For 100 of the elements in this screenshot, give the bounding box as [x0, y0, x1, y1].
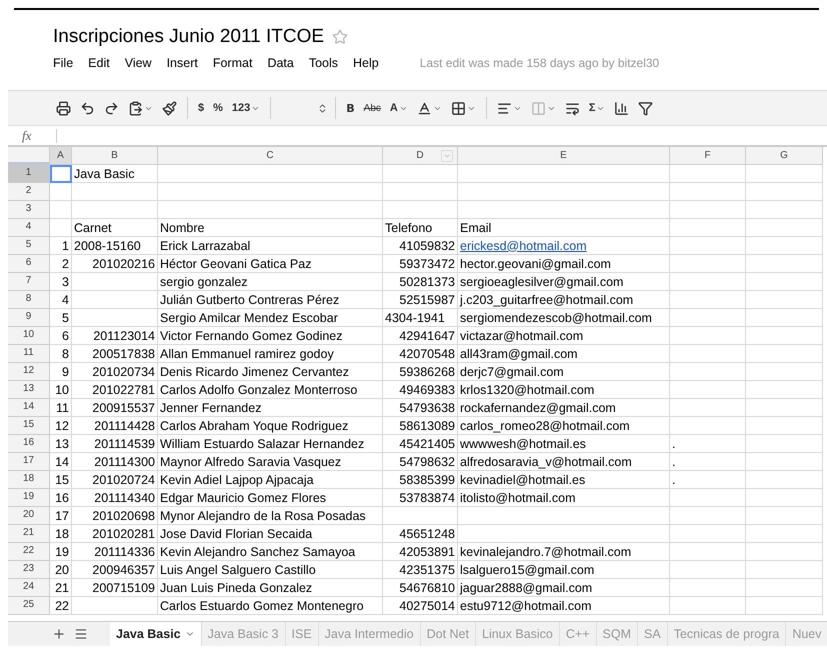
empty-cell[interactable]: [158, 183, 383, 201]
empty-cell[interactable]: [458, 183, 670, 201]
empty-cell[interactable]: [158, 165, 383, 183]
empty-cell[interactable]: [746, 237, 823, 255]
empty-cell[interactable]: [746, 183, 823, 201]
empty-cell[interactable]: [158, 201, 383, 219]
empty-cell[interactable]: [670, 543, 746, 561]
empty-cell[interactable]: [746, 309, 823, 327]
row-header[interactable]: 6: [8, 255, 50, 273]
empty-cell[interactable]: [746, 381, 823, 399]
menu-item[interactable]: Help: [353, 56, 379, 70]
toolbar-button[interactable]: %: [210, 97, 226, 119]
row-header[interactable]: 22: [8, 543, 50, 561]
empty-cell[interactable]: [746, 255, 823, 273]
column-header[interactable]: C: [158, 147, 383, 165]
empty-cell[interactable]: [746, 543, 823, 561]
row-header[interactable]: 9: [8, 309, 50, 327]
row-header[interactable]: 7: [8, 273, 50, 291]
empty-cell[interactable]: [670, 183, 746, 201]
empty-cell[interactable]: [670, 237, 746, 255]
empty-cell[interactable]: [383, 183, 458, 201]
empty-cell[interactable]: [458, 525, 670, 543]
empty-cell[interactable]: [72, 309, 158, 327]
empty-cell[interactable]: [746, 273, 823, 291]
row-header[interactable]: 1: [8, 165, 50, 183]
row-header[interactable]: 13: [8, 381, 50, 399]
row-header[interactable]: 17: [8, 453, 50, 471]
empty-cell[interactable]: [72, 273, 158, 291]
row-header[interactable]: 5: [8, 237, 50, 255]
add-sheet-icon[interactable]: [52, 627, 66, 641]
column-header[interactable]: B: [72, 147, 158, 165]
row-header[interactable]: 19: [8, 489, 50, 507]
row-header[interactable]: 23: [8, 561, 50, 579]
empty-cell[interactable]: [746, 219, 823, 237]
empty-cell[interactable]: [746, 165, 823, 183]
empty-cell[interactable]: [383, 507, 458, 525]
empty-cell[interactable]: [72, 291, 158, 309]
empty-cell[interactable]: [670, 291, 746, 309]
empty-cell[interactable]: [670, 165, 746, 183]
toolbar-button[interactable]: Σ: [586, 97, 608, 119]
column-header[interactable]: G: [746, 147, 823, 165]
select-all-corner[interactable]: [8, 147, 50, 165]
empty-cell[interactable]: [670, 525, 746, 543]
empty-cell[interactable]: [72, 597, 158, 615]
empty-cell[interactable]: [72, 183, 158, 201]
empty-cell[interactable]: [670, 363, 746, 381]
row-header[interactable]: 20: [8, 507, 50, 525]
empty-cell[interactable]: [670, 489, 746, 507]
menu-item[interactable]: Insert: [166, 56, 198, 70]
column-header[interactable]: A: [50, 147, 72, 165]
selected-cell[interactable]: [50, 165, 72, 183]
row-header[interactable]: 11: [8, 345, 50, 363]
empty-cell[interactable]: [670, 345, 746, 363]
row-header[interactable]: 24: [8, 579, 50, 597]
empty-cell[interactable]: [670, 597, 746, 615]
empty-cell[interactable]: [746, 201, 823, 219]
row-header[interactable]: 3: [8, 201, 50, 219]
empty-cell[interactable]: [670, 579, 746, 597]
empty-cell[interactable]: [670, 561, 746, 579]
row-header[interactable]: 21: [8, 525, 50, 543]
row-header[interactable]: 4: [8, 219, 50, 237]
empty-cell[interactable]: [746, 417, 823, 435]
row-header[interactable]: 25: [8, 597, 50, 615]
menu-item[interactable]: View: [124, 56, 152, 70]
menu-item[interactable]: Data: [267, 56, 294, 70]
row-header[interactable]: 18: [8, 471, 50, 489]
empty-cell[interactable]: [670, 309, 746, 327]
column-header[interactable]: D: [383, 147, 458, 165]
toolbar-button[interactable]: A: [386, 97, 411, 119]
empty-cell[interactable]: [72, 201, 158, 219]
empty-cell[interactable]: [746, 507, 823, 525]
empty-cell[interactable]: [746, 435, 823, 453]
empty-cell[interactable]: [670, 327, 746, 345]
empty-cell[interactable]: [670, 219, 746, 237]
empty-cell[interactable]: [383, 201, 458, 219]
star-icon[interactable]: [332, 29, 348, 45]
empty-cell[interactable]: [670, 273, 746, 291]
empty-cell[interactable]: [670, 417, 746, 435]
empty-cell[interactable]: [746, 399, 823, 417]
row-header[interactable]: 2: [8, 183, 50, 201]
empty-cell[interactable]: [746, 453, 823, 471]
email-link[interactable]: erickesd@hotmail.com: [460, 238, 587, 252]
empty-cell[interactable]: [670, 507, 746, 525]
menu-item[interactable]: Edit: [88, 56, 110, 70]
empty-cell[interactable]: [746, 561, 823, 579]
column-header[interactable]: E: [458, 147, 670, 165]
toolbar-button[interactable]: $: [195, 97, 208, 119]
row-header[interactable]: 10: [8, 327, 50, 345]
empty-cell[interactable]: [670, 201, 746, 219]
empty-cell[interactable]: [670, 381, 746, 399]
empty-cell[interactable]: [458, 507, 670, 525]
menu-item[interactable]: Tools: [308, 56, 338, 70]
empty-cell[interactable]: [458, 201, 670, 219]
toolbar-button[interactable]: 123: [228, 97, 264, 119]
empty-cell[interactable]: [746, 597, 823, 615]
sheet-tab[interactable]: Java Basic: [110, 622, 202, 646]
empty-cell[interactable]: [746, 327, 823, 345]
menu-item[interactable]: Format: [212, 56, 252, 70]
row-header[interactable]: 8: [8, 291, 50, 309]
menu-item[interactable]: File: [53, 56, 74, 70]
